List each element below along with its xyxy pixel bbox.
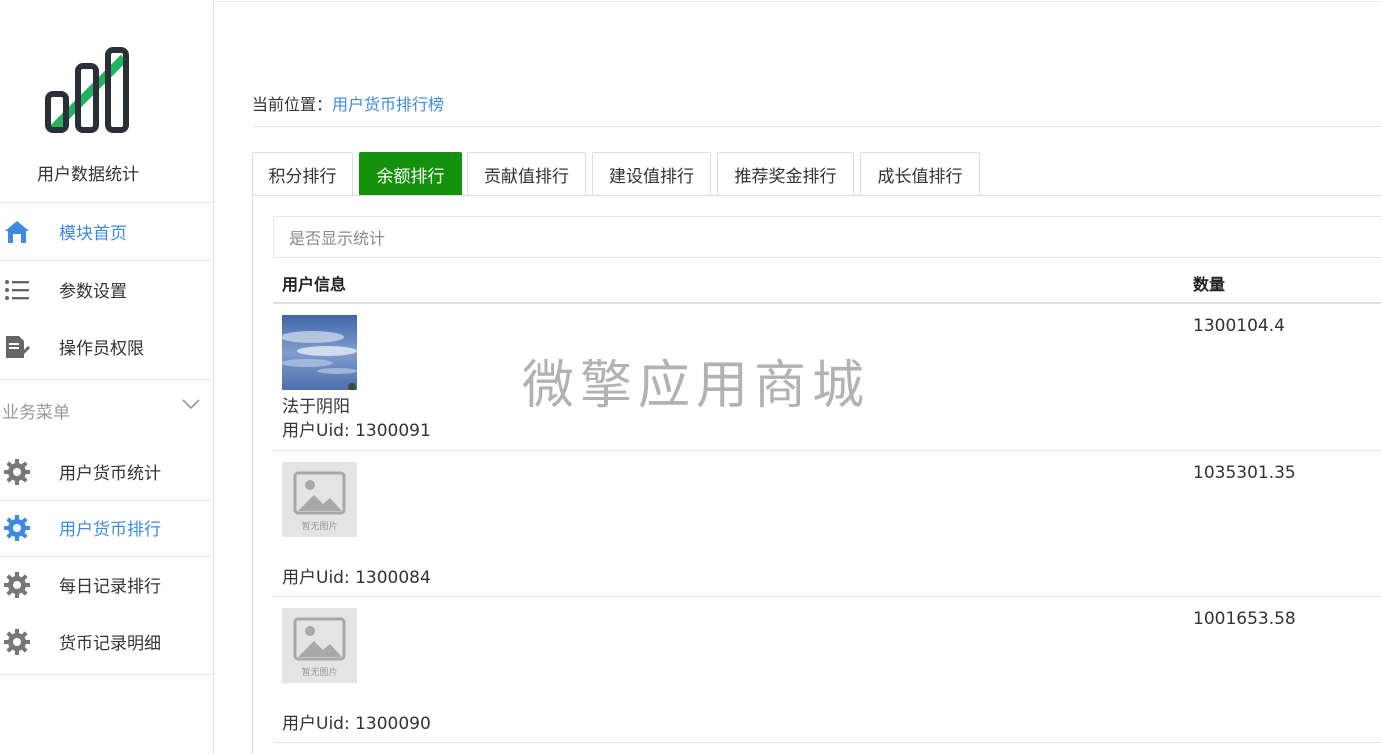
sidebar-item-label: 用户货币排行 xyxy=(59,520,161,540)
logo-area: 用户数据统计 xyxy=(0,0,213,203)
header-amount: 数量 xyxy=(1193,275,1226,294)
user-uid: 用户Uid: 1300091 xyxy=(282,421,431,441)
sidebar-item-daily-ranking[interactable]: 每日记录排行 xyxy=(0,556,213,613)
show-stats-toggle[interactable]: 是否显示统计 xyxy=(273,216,1381,258)
main-content: 当前位置：用户货币排行榜 积分排行 余额排行 贡献值排行 建设值排行 推荐奖金排… xyxy=(214,0,1381,754)
list-icon xyxy=(5,279,29,300)
table-row: 暂无图片 用户Uid: 1300084 1035301.35 xyxy=(273,451,1381,597)
gear-icon xyxy=(4,571,30,598)
user-uid: 用户Uid: 1300090 xyxy=(282,714,431,734)
amount-value: 1300104.4 xyxy=(1193,316,1285,336)
sidebar-item-currency-ranking[interactable]: 用户货币排行 xyxy=(0,499,213,556)
app-title: 用户数据统计 xyxy=(37,165,139,185)
no-image-placeholder: 暂无图片 xyxy=(282,608,357,683)
sidebar-item-label: 参数设置 xyxy=(59,282,127,302)
gear-icon xyxy=(4,628,30,655)
sidebar-item-home[interactable]: 模块首页 xyxy=(0,203,213,260)
sidebar-item-label: 用户货币统计 xyxy=(59,464,161,484)
no-image-text: 暂无图片 xyxy=(301,668,338,678)
amount-value: 1001653.58 xyxy=(1193,609,1296,629)
no-image-text: 暂无图片 xyxy=(301,522,338,532)
home-icon xyxy=(5,220,29,243)
sidebar-item-label: 货币记录明细 xyxy=(59,634,161,654)
tab-construction-ranking[interactable]: 建设值排行 xyxy=(592,152,711,195)
chevron-down-icon xyxy=(182,399,200,410)
header-user-info: 用户信息 xyxy=(282,275,347,294)
tab-points-ranking[interactable]: 积分排行 xyxy=(252,152,353,195)
user-uid: 用户Uid: 1300084 xyxy=(282,568,431,588)
sidebar-item-label: 模块首页 xyxy=(59,224,127,244)
tab-referral-bonus-ranking[interactable]: 推荐奖金排行 xyxy=(717,152,854,195)
tab-growth-ranking[interactable]: 成长值排行 xyxy=(860,152,980,195)
edit-document-icon xyxy=(6,335,30,358)
breadcrumb: 当前位置：用户货币排行榜 xyxy=(252,91,444,115)
table-row: 暂无图片 用户Uid: 1300090 1001653.58 xyxy=(273,597,1381,743)
sidebar-item-currency-stats[interactable]: 用户货币统计 xyxy=(0,443,213,500)
gear-icon xyxy=(4,514,30,541)
no-image-placeholder: 暂无图片 xyxy=(282,462,357,537)
bar-chart-logo-icon xyxy=(45,47,129,134)
amount-value: 1035301.35 xyxy=(1193,463,1296,483)
sidebar: 用户数据统计 模块首页 参数设置 操作员权限 业务菜单 用户货币统计 用户货币排… xyxy=(0,0,214,754)
sidebar-item-currency-detail[interactable]: 货币记录明细 xyxy=(0,613,213,670)
sidebar-item-operator-permissions[interactable]: 操作员权限 xyxy=(0,318,213,375)
sidebar-item-label: 操作员权限 xyxy=(59,339,144,359)
group-title: 业务菜单 xyxy=(2,402,70,423)
breadcrumb-current-link[interactable]: 用户货币排行榜 xyxy=(332,95,444,114)
breadcrumb-prefix: 当前位置： xyxy=(252,95,333,114)
sidebar-item-settings[interactable]: 参数设置 xyxy=(0,261,213,318)
table-header: 用户信息 数量 xyxy=(273,258,1381,304)
gear-icon xyxy=(4,458,30,485)
tab-contribution-ranking[interactable]: 贡献值排行 xyxy=(467,152,586,195)
business-menu-group[interactable]: 业务菜单 xyxy=(0,380,213,440)
tab-balance-ranking[interactable]: 余额排行 xyxy=(359,152,462,195)
ranking-panel: 是否显示统计 用户信息 数量 法于阴阳 用户Uid: 1300091 13001… xyxy=(252,195,1381,754)
sidebar-item-label: 每日记录排行 xyxy=(59,577,161,597)
user-name: 法于阴阳 xyxy=(282,397,350,417)
table-row: 法于阴阳 用户Uid: 1300091 1300104.4 xyxy=(273,304,1381,451)
user-avatar-sky-photo xyxy=(282,315,357,390)
